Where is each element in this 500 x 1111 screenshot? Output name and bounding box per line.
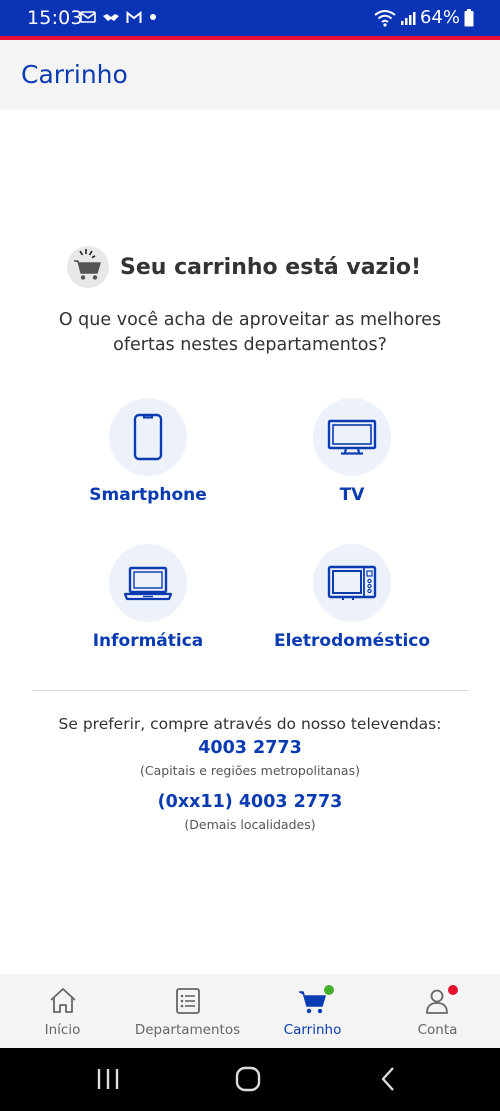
bottom-nav: Início Departamentos Carrinho Conta bbox=[0, 974, 500, 1048]
department-eletrodomestico-circle bbox=[313, 544, 391, 622]
gmail-icon bbox=[126, 10, 142, 23]
empty-cart-title: Seu carrinho está vazio! bbox=[120, 254, 422, 280]
tv-icon bbox=[327, 419, 377, 455]
notification-icons bbox=[80, 10, 158, 24]
divider bbox=[32, 690, 469, 691]
cart-badge bbox=[324, 985, 334, 995]
televendas-phone-demais[interactable]: (0xx11) 4003 2773 bbox=[0, 792, 500, 812]
system-nav-bar bbox=[0, 1048, 500, 1111]
wifi-icon bbox=[374, 9, 396, 27]
back-icon[interactable] bbox=[373, 1064, 403, 1094]
department-smartphone-label: Smartphone bbox=[89, 485, 207, 505]
televendas-intro: Se preferir, compre através do nosso tel… bbox=[58, 715, 442, 733]
page-title: Carrinho bbox=[21, 60, 128, 89]
smartphone-icon bbox=[133, 413, 163, 461]
department-tv[interactable]: TV bbox=[252, 398, 452, 505]
department-eletrodomestico[interactable]: Eletrodoméstico bbox=[252, 544, 452, 651]
outlook-icon bbox=[80, 11, 96, 23]
televendas-note-demais: (Demais localidades) bbox=[184, 817, 316, 832]
department-informatica-circle bbox=[109, 544, 187, 622]
status-bar: 15:03 64% bbox=[0, 0, 500, 36]
home-button-icon[interactable] bbox=[233, 1064, 263, 1094]
signal-icon bbox=[400, 11, 416, 25]
nav-conta[interactable]: Conta bbox=[375, 974, 500, 1048]
account-badge bbox=[448, 985, 458, 995]
recent-apps-icon[interactable] bbox=[93, 1064, 123, 1094]
nav-carrinho[interactable]: Carrinho bbox=[250, 974, 375, 1048]
department-eletrodomestico-label: Eletrodoméstico bbox=[273, 631, 431, 651]
department-informatica[interactable]: Informática bbox=[48, 544, 248, 651]
nav-inicio-label: Início bbox=[44, 1022, 81, 1038]
battery-icon bbox=[464, 8, 474, 26]
department-smartphone-circle bbox=[109, 398, 187, 476]
department-tv-circle bbox=[313, 398, 391, 476]
department-smartphone[interactable]: Smartphone bbox=[48, 398, 248, 505]
televendas-phone-capitais[interactable]: 4003 2773 bbox=[0, 738, 500, 758]
handshake-icon bbox=[103, 14, 119, 21]
battery-percent: 64% bbox=[419, 7, 460, 28]
system-status: 64% bbox=[374, 7, 474, 28]
nav-departamentos-label: Departamentos bbox=[134, 1022, 241, 1038]
list-icon bbox=[175, 988, 200, 1014]
nav-inicio[interactable]: Início bbox=[0, 974, 125, 1048]
department-informatica-label: Informática bbox=[92, 631, 204, 651]
nav-carrinho-label: Carrinho bbox=[283, 1022, 342, 1038]
empty-cart-subtitle-line2: ofertas nestes departamentos? bbox=[113, 335, 387, 355]
dot-icon bbox=[150, 14, 156, 20]
nav-conta-label: Conta bbox=[417, 1022, 458, 1038]
microwave-icon bbox=[327, 565, 377, 600]
empty-cart-subtitle-line1: O que você acha de aproveitar as melhore… bbox=[58, 310, 442, 330]
nav-departamentos[interactable]: Departamentos bbox=[125, 974, 250, 1048]
empty-cart-header: Seu carrinho está vazio! bbox=[67, 246, 421, 288]
status-time: 15:03 bbox=[27, 7, 83, 29]
empty-cart-icon bbox=[67, 246, 109, 288]
cart-icon bbox=[298, 991, 326, 1014]
department-tv-label: TV bbox=[339, 485, 365, 505]
home-icon bbox=[49, 988, 76, 1013]
empty-cart-subtitle: O que você acha de aproveitar as melhore… bbox=[0, 308, 500, 358]
app-bar: Carrinho bbox=[0, 40, 500, 109]
laptop-icon bbox=[123, 566, 173, 601]
televendas-note-capitais: (Capitais e regiões metropolitanas) bbox=[140, 763, 360, 778]
